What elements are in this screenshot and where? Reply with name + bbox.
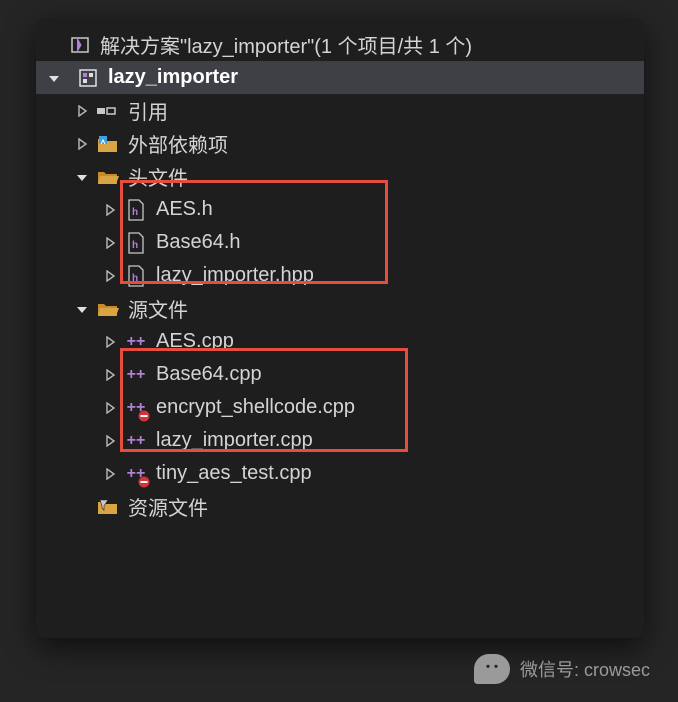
header-files-row[interactable]: 头文件	[36, 160, 644, 193]
expander-collapsed-icon[interactable]	[72, 101, 92, 121]
expander-collapsed-icon[interactable]	[100, 266, 120, 286]
file-label: AES.h	[156, 198, 213, 221]
references-icon	[96, 99, 120, 123]
expander-collapsed-icon[interactable]	[100, 365, 120, 385]
cpp-file-icon: ++	[124, 429, 148, 453]
expander-collapsed-icon[interactable]	[72, 134, 92, 154]
solution-icon	[68, 33, 92, 57]
expander-collapsed-icon[interactable]	[100, 332, 120, 352]
cpp-file-excluded-icon: ++	[124, 462, 148, 486]
cpp-file-icon: ++	[124, 330, 148, 354]
expander-collapsed-icon[interactable]	[100, 200, 120, 220]
file-label: encrypt_shellcode.cpp	[156, 396, 355, 419]
expander-expanded-icon[interactable]	[44, 68, 64, 88]
external-deps-row[interactable]: 外部依赖项	[36, 127, 644, 160]
cpp-file-icon: ++	[124, 363, 148, 387]
solution-explorer-panel: 解决方案"lazy_importer"(1 个项目/共 1 个) lazy_im…	[36, 18, 644, 638]
file-label: lazy_importer.cpp	[156, 429, 313, 452]
expander-collapsed-icon[interactable]	[100, 431, 120, 451]
header-file-icon: h	[124, 198, 148, 222]
folder-open-icon	[96, 165, 120, 189]
source-files-label: 源文件	[128, 294, 188, 323]
expander-collapsed-icon[interactable]	[100, 464, 120, 484]
file-label: tiny_aes_test.cpp	[156, 462, 312, 485]
expander-collapsed-icon[interactable]	[100, 398, 120, 418]
file-label: lazy_importer.hpp	[156, 264, 314, 287]
resource-files-row[interactable]: 资源文件	[36, 490, 644, 523]
header-files-label: 头文件	[128, 162, 188, 191]
file-label: AES.cpp	[156, 330, 234, 353]
source-files-row[interactable]: 源文件	[36, 292, 644, 325]
solution-label: 解决方案"lazy_importer"(1 个项目/共 1 个)	[100, 30, 472, 59]
file-base64-cpp-row[interactable]: ++ Base64.cpp	[36, 358, 644, 391]
project-label: lazy_importer	[108, 66, 238, 89]
file-label: Base64.h	[156, 231, 241, 254]
folder-open-icon	[96, 297, 120, 321]
expander-collapsed-icon[interactable]	[100, 233, 120, 253]
resource-files-label: 资源文件	[128, 492, 208, 521]
expander-expanded-icon[interactable]	[72, 299, 92, 319]
watermark-prefix: 微信号:	[520, 660, 579, 680]
references-label: 引用	[128, 96, 168, 125]
wechat-icon	[474, 654, 510, 684]
external-deps-label: 外部依赖项	[128, 129, 228, 158]
svg-text:h: h	[132, 207, 138, 218]
solution-row[interactable]: 解决方案"lazy_importer"(1 个项目/共 1 个)	[36, 28, 644, 61]
file-aes-cpp-row[interactable]: ++ AES.cpp	[36, 325, 644, 358]
expander-expanded-icon[interactable]	[72, 167, 92, 187]
file-lazy-importer-cpp-row[interactable]: ++ lazy_importer.cpp	[36, 424, 644, 457]
project-row[interactable]: lazy_importer	[36, 61, 644, 94]
watermark: 微信号: crowsec	[474, 654, 650, 684]
file-lazy-importer-hpp-row[interactable]: h lazy_importer.hpp	[36, 259, 644, 292]
file-base64-h-row[interactable]: h Base64.h	[36, 226, 644, 259]
header-file-icon: h	[124, 231, 148, 255]
project-icon	[76, 66, 100, 90]
watermark-id: crowsec	[584, 660, 650, 680]
references-row[interactable]: 引用	[36, 94, 644, 127]
folder-filter-icon	[96, 495, 120, 519]
svg-text:h: h	[132, 240, 138, 251]
header-file-icon: h	[124, 264, 148, 288]
folder-ext-icon	[96, 132, 120, 156]
file-tiny-aes-test-cpp-row[interactable]: ++ tiny_aes_test.cpp	[36, 457, 644, 490]
file-label: Base64.cpp	[156, 363, 262, 386]
file-encrypt-shellcode-cpp-row[interactable]: ++ encrypt_shellcode.cpp	[36, 391, 644, 424]
file-aes-h-row[interactable]: h AES.h	[36, 193, 644, 226]
cpp-file-excluded-icon: ++	[124, 396, 148, 420]
svg-text:h: h	[132, 273, 138, 284]
